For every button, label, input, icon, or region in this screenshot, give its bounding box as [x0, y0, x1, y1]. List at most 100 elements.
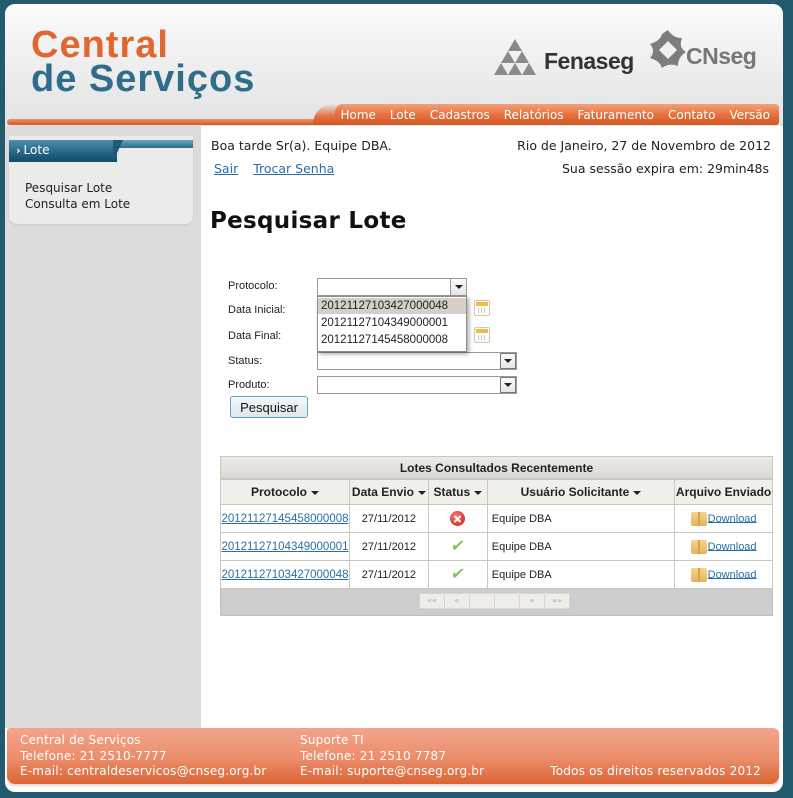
page-slot[interactable] [494, 593, 520, 609]
col-data-envio[interactable]: Data Envio [348, 479, 429, 505]
nav-home[interactable]: Home [340, 108, 375, 122]
cell-data-envio: 27/11/2012 [348, 560, 429, 589]
sidebar-item-consulta-em-lote[interactable]: Consulta em Lote [25, 196, 130, 212]
produto-dropdown-button[interactable] [500, 377, 516, 393]
footer-central-phone: Telefone: 21 2510-7777 [20, 748, 167, 763]
col-label: Usuário Solicitante [520, 485, 630, 499]
change-password-link[interactable]: Trocar Senha [253, 161, 334, 176]
col-label: Arquivo Enviado [675, 485, 772, 499]
logo-line2: de Serviços [31, 58, 256, 100]
page-frame: Central de Serviços Fenaseg CNseg Home L… [5, 4, 783, 792]
logout-link[interactable]: Sair [214, 161, 238, 176]
footer-central-email: E-mail: centraldeservicos@cnseg.org.br [20, 764, 267, 778]
pagination: «« « » »» [220, 589, 773, 616]
nav-contato[interactable]: Contato [668, 108, 715, 122]
download-link[interactable]: Download [708, 512, 757, 524]
protocolo-link[interactable]: 20121127145458000008 [221, 513, 348, 525]
error-icon [450, 511, 466, 526]
col-label: Data Envio [351, 485, 414, 499]
col-usuario[interactable]: Usuário Solicitante [486, 479, 676, 505]
cell-protocolo: 20121127145458000008 [220, 504, 350, 533]
col-status[interactable]: Status [427, 479, 488, 505]
session-timer: Sua sessão expira em: 29min48s [562, 161, 769, 176]
pagination-controls: «« « » »» [419, 593, 570, 609]
cell-data-envio: 27/11/2012 [348, 532, 429, 561]
sidebar: › Lote Pesquisar Lote Consulta em Lote [5, 126, 201, 728]
dropdown-option[interactable]: 20121127103427000048 [318, 298, 466, 314]
footer-central: Central de Serviços Telefone: 21 2510-77… [20, 733, 267, 780]
recent-lots-table: Lotes Consultados Recentemente Protocolo… [220, 456, 773, 616]
cell-arquivo: Download [674, 532, 773, 561]
sidebar-section-header: › Lote [16, 143, 49, 157]
cell-protocolo: 20121127104349000001 [220, 532, 350, 561]
cell-arquivo: Download [674, 504, 773, 533]
nav-cadastros[interactable]: Cadastros [430, 108, 490, 122]
sidebar-section-title: Lote [23, 143, 50, 157]
protocolo-dropdown-button[interactable] [450, 279, 466, 295]
table-row: 20121127103427000048 27/11/2012 ✔ Equipe… [220, 560, 773, 589]
protocolo-select[interactable] [317, 278, 467, 296]
greeting-text: Boa tarde Sr(a). Equipe DBA. [211, 138, 392, 153]
download-link[interactable]: Download [708, 568, 757, 580]
produto-label: Produto: [228, 379, 270, 391]
data-inicial-label: Data Inicial: [228, 304, 286, 316]
cell-usuario: Equipe DBA [486, 532, 676, 561]
sidebar-item-pesquisar-lote[interactable]: Pesquisar Lote [25, 180, 130, 196]
chevron-right-icon: › [16, 143, 21, 157]
next-page-button[interactable]: » [519, 593, 545, 609]
pesquisar-button[interactable]: Pesquisar [230, 396, 308, 418]
nav-relatorios[interactable]: Relatórios [504, 108, 564, 122]
nav-lote[interactable]: Lote [390, 108, 416, 122]
sort-down-icon [633, 490, 642, 495]
folder-icon [690, 539, 707, 554]
prev-page-button[interactable]: « [444, 593, 470, 609]
cell-status [427, 504, 488, 533]
fenaseg-logo: Fenaseg [494, 38, 634, 75]
col-label: Status [433, 485, 471, 499]
protocolo-dropdown-list: 20121127103427000048 2012112710434900000… [317, 296, 467, 352]
central-de-servicos-logo[interactable]: Central de Serviços [31, 24, 256, 100]
cnseg-star-icon [650, 30, 686, 68]
protocolo-link[interactable]: 20121127104349000001 [221, 541, 348, 553]
produto-select[interactable] [317, 376, 517, 394]
lots-table: Protocolo Data Envio Status Usuário Soli… [220, 479, 773, 589]
user-links: Sair Trocar Senha [214, 161, 345, 176]
table-row: 20121127104349000001 27/11/2012 ✔ Equipe… [220, 532, 773, 561]
data-final-label: Data Final: [228, 330, 282, 342]
main-content: Boa tarde Sr(a). Equipe DBA. Rio de Jane… [201, 126, 783, 728]
chevron-down-icon [504, 383, 512, 387]
col-protocolo[interactable]: Protocolo [220, 479, 350, 505]
calendar-icon[interactable] [474, 300, 490, 316]
folder-icon [690, 567, 707, 582]
dropdown-option[interactable]: 20121127104349000001 [318, 315, 466, 331]
checkmark-icon: ✔ [449, 537, 467, 555]
protocolo-link[interactable]: 20121127103427000048 [221, 569, 348, 581]
status-dropdown-button[interactable] [500, 353, 516, 369]
sidebar-section-lote[interactable]: › Lote [9, 140, 193, 162]
header: Central de Serviços Fenaseg CNseg Home L… [5, 4, 783, 126]
cell-arquivo: Download [674, 560, 773, 589]
logo-line1: Central [31, 24, 169, 66]
footer: Central de Serviços Telefone: 21 2510-77… [7, 728, 779, 784]
cnseg-logo: CNseg [646, 28, 757, 72]
nav-versao[interactable]: Versão [729, 108, 770, 122]
col-arquivo: Arquivo Enviado [674, 479, 773, 505]
page-slot[interactable] [469, 593, 495, 609]
cell-usuario: Equipe DBA [486, 504, 676, 533]
cell-status: ✔ [427, 532, 488, 561]
cell-usuario: Equipe DBA [486, 560, 676, 589]
calendar-icon[interactable] [474, 327, 490, 343]
folder-icon [690, 511, 707, 526]
last-page-button[interactable]: »» [544, 593, 570, 609]
main-nav: Home Lote Cadastros Relatórios Faturamen… [313, 104, 779, 125]
cnseg-label: CNseg [686, 43, 757, 69]
nav-faturamento[interactable]: Faturamento [578, 108, 654, 122]
sort-down-icon [310, 490, 319, 495]
download-link[interactable]: Download [708, 540, 757, 552]
first-page-button[interactable]: «« [419, 593, 445, 609]
status-select[interactable] [317, 352, 517, 370]
copyright: Todos os direitos reservados 2012 [550, 764, 761, 778]
sort-down-icon [417, 490, 426, 495]
dropdown-option[interactable]: 20121127145458000008 [318, 332, 466, 348]
chevron-down-icon [504, 359, 512, 363]
